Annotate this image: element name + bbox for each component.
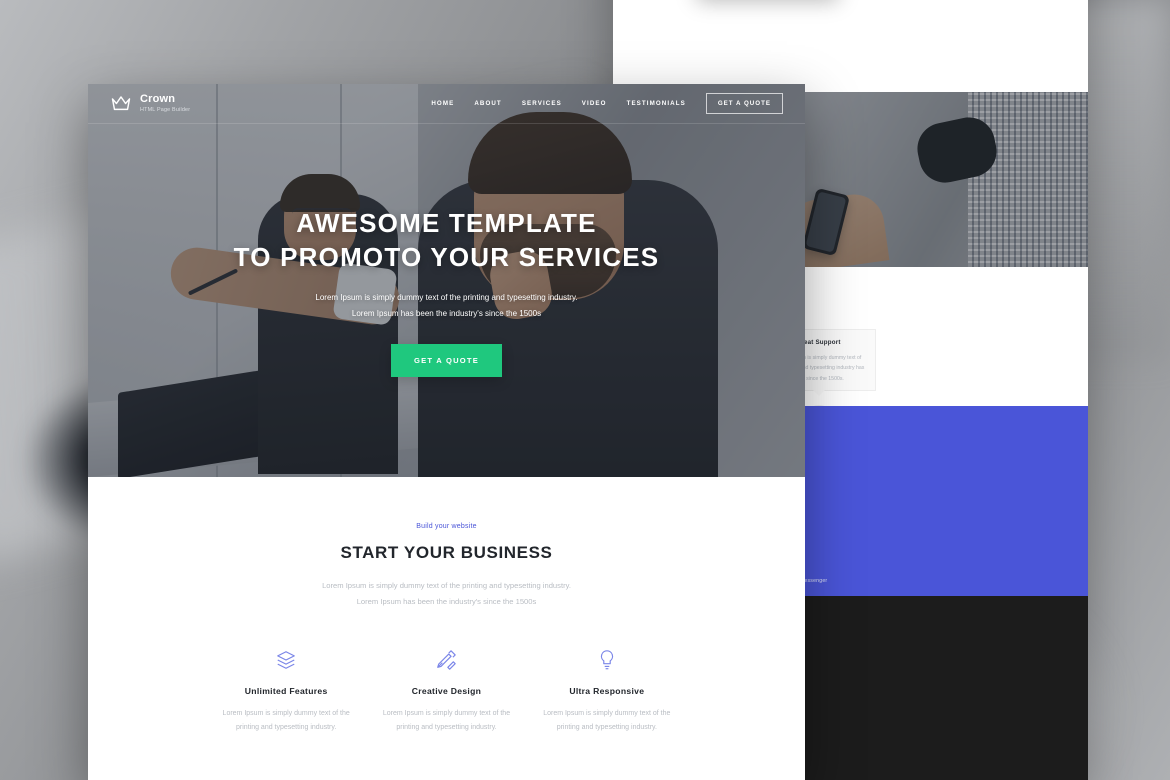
lightbulb-icon bbox=[600, 650, 613, 670]
crown-icon bbox=[111, 96, 131, 111]
nav-quote-button[interactable]: GET A QUOTE bbox=[705, 93, 783, 114]
nav-item-about[interactable]: ABOUT bbox=[474, 100, 502, 107]
nav-item-video[interactable]: VIDEO bbox=[582, 100, 607, 107]
hero-sub-line2: Lorem Ipsum has been the industry's sinc… bbox=[351, 309, 542, 319]
feature-body: Lorem Ipsum is simply dummy text of the … bbox=[543, 710, 671, 732]
feature-item-ultra-responsive: Ultra Responsive Lorem Ipsum is simply d… bbox=[527, 647, 687, 735]
main-nav: HOME ABOUT SERVICES VIDEO TESTIMONIALS G… bbox=[431, 93, 783, 114]
hero-section: Crown HTML Page Builder HOME ABOUT SERVI… bbox=[88, 84, 805, 477]
brand-logo[interactable]: Crown HTML Page Builder bbox=[110, 94, 190, 113]
feature-item-unlimited-features: Unlimited Features Lorem Ipsum is simply… bbox=[206, 647, 366, 735]
start-business-eyebrow: Build your website bbox=[416, 523, 477, 530]
hero-title-line1: AWESOME TEMPLATE bbox=[296, 207, 597, 238]
feature-item-creative-design: Creative Design Lorem Ipsum is simply du… bbox=[366, 647, 526, 735]
hero-title-line2: TO PROMOTO YOUR SERVICES bbox=[233, 242, 660, 272]
powerful-simple-section: POWERFUL & SIMPLE When an unknown printe… bbox=[613, 0, 1088, 92]
hero-sub-line1: Lorem Ipsum is simply dummy text of the … bbox=[315, 293, 578, 303]
nav-item-testimonials[interactable]: TESTIMONIALS bbox=[627, 100, 686, 107]
hero-quote-button[interactable]: GET A QUOTE bbox=[391, 344, 502, 378]
brand-tagline: HTML Page Builder bbox=[140, 106, 191, 113]
feature-title: Ultra Responsive bbox=[569, 686, 645, 697]
feature-body: Lorem Ipsum is simply dummy text of the … bbox=[382, 710, 511, 732]
layers-icon bbox=[277, 651, 296, 669]
feature-body: Lorem Ipsum is simply dummy text of the … bbox=[222, 710, 350, 732]
feature-list: Unlimited Features Lorem Ipsum is simply… bbox=[88, 647, 805, 735]
navbar: Crown HTML Page Builder HOME ABOUT SERVI… bbox=[88, 84, 805, 124]
feature-title: Unlimited Features bbox=[244, 686, 328, 697]
brand-name: Crown bbox=[140, 93, 176, 106]
hero-content: AWESOME TEMPLATE TO PROMOTO YOUR SERVICE… bbox=[88, 84, 805, 477]
nav-item-home[interactable]: HOME bbox=[431, 100, 454, 107]
start-business-sub-line1: Lorem Ipsum is simply dummy text of the … bbox=[322, 581, 571, 590]
feature-title: Creative Design bbox=[411, 686, 482, 697]
start-business-section: Build your website START YOUR BUSINESS L… bbox=[88, 477, 805, 736]
pencil-ruler-icon bbox=[437, 650, 457, 670]
start-business-title: START YOUR BUSINESS bbox=[340, 543, 553, 562]
nav-item-services[interactable]: SERVICES bbox=[522, 100, 562, 107]
start-business-sub-line2: Lorem Ipsum has been the industry's sinc… bbox=[356, 596, 537, 606]
main-page-panel: Crown HTML Page Builder HOME ABOUT SERVI… bbox=[88, 84, 805, 780]
